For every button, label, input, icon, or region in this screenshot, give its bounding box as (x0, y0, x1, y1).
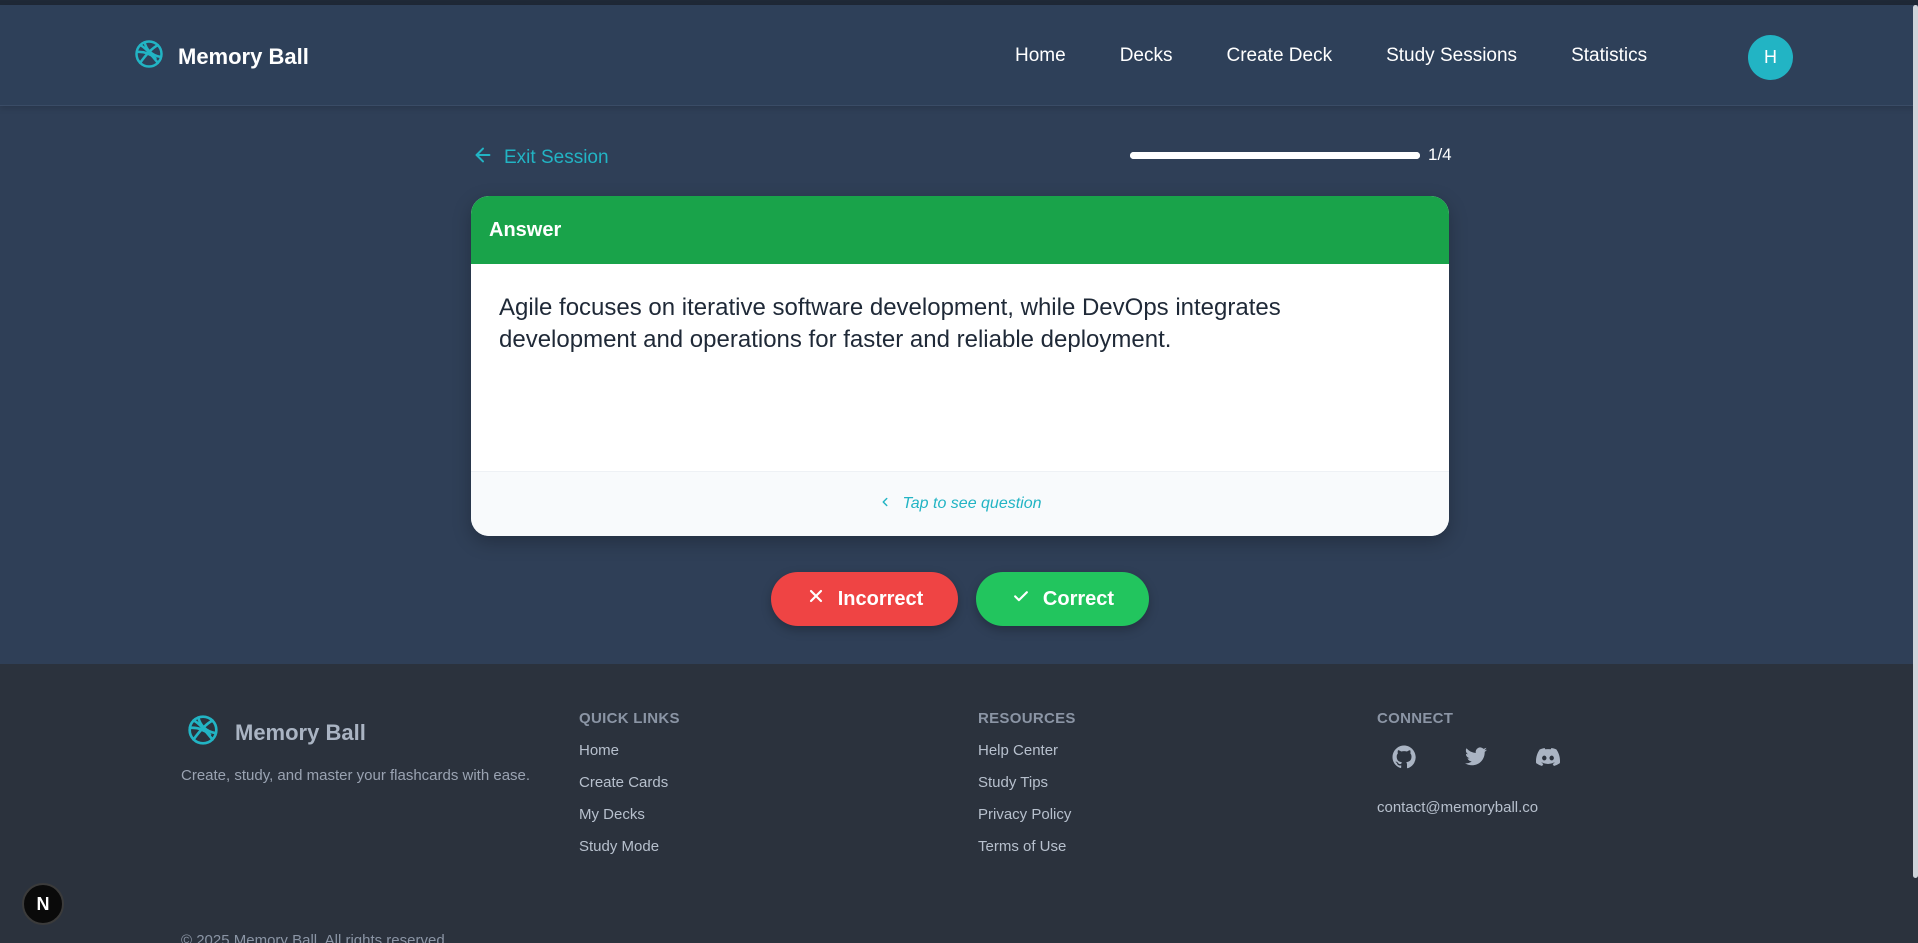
session-progress-fill (1130, 152, 1420, 159)
footer-link-study-tips[interactable]: Study Tips (978, 767, 1076, 799)
github-icon[interactable] (1392, 745, 1416, 769)
footer-link-study-mode[interactable]: Study Mode (579, 831, 680, 863)
footer-link-my-decks[interactable]: My Decks (579, 799, 680, 831)
footer-brand-name: Memory Ball (235, 719, 366, 745)
discord-icon[interactable] (1536, 745, 1561, 769)
footer-link-create-cards[interactable]: Create Cards (579, 767, 680, 799)
footer-link-help-center[interactable]: Help Center (978, 735, 1076, 767)
check-icon (1011, 586, 1031, 612)
incorrect-button[interactable]: Incorrect (771, 572, 958, 626)
flashcard-answer-text: Agile focuses on iterative software deve… (499, 294, 1281, 353)
arrow-left-icon (472, 144, 494, 171)
footer-link-home[interactable]: Home (579, 735, 680, 767)
footer-quick-links: QUICK LINKS Home Create Cards My Decks S… (579, 710, 680, 863)
brand-name: Memory Ball (178, 43, 309, 69)
incorrect-label: Incorrect (837, 587, 924, 610)
footer-resources: RESOURCES Help Center Study Tips Privacy… (978, 710, 1076, 863)
user-avatar[interactable]: H (1748, 35, 1793, 80)
correct-button[interactable]: Correct (976, 572, 1149, 626)
copyright-text: © 2025 Memory Ball. All rights reserved. (181, 932, 449, 943)
nav-study-sessions[interactable]: Study Sessions (1386, 45, 1517, 67)
nav-decks[interactable]: Decks (1120, 45, 1173, 67)
chevron-left-icon (878, 495, 892, 514)
correct-label: Correct (1042, 587, 1115, 610)
next-dev-badge[interactable]: N (22, 883, 64, 925)
session-progress-count: 1/4 (1428, 145, 1452, 164)
flashcard[interactable]: Answer Agile focuses on iterative softwa… (471, 196, 1449, 536)
x-icon (806, 586, 826, 612)
footer-link-terms-of-use[interactable]: Terms of Use (978, 831, 1076, 863)
social-links (1392, 745, 1561, 769)
quick-links-heading: QUICK LINKS (579, 710, 680, 727)
footer-brand: Memory Ball (187, 714, 366, 751)
nav-home[interactable]: Home (1015, 45, 1066, 67)
site-footer: Memory Ball Create, study, and master yo… (0, 664, 1918, 943)
contact-email[interactable]: contact@memoryball.co (1377, 799, 1560, 816)
flip-hint-label: Tap to see question (902, 495, 1042, 512)
footer-connect: CONNECT contact@memoryball.co (1377, 710, 1561, 816)
exit-session-label: Exit Session (504, 146, 609, 168)
exit-session-button[interactable]: Exit Session (472, 144, 609, 171)
session-progress-bar (1130, 152, 1420, 159)
nav-create-deck[interactable]: Create Deck (1226, 45, 1332, 67)
basketball-icon (134, 39, 164, 74)
footer-link-privacy-policy[interactable]: Privacy Policy (978, 799, 1076, 831)
brand-logo[interactable]: Memory Ball (134, 39, 309, 74)
flashcard-body: Agile focuses on iterative software deve… (471, 264, 1449, 471)
main-nav: Home Decks Create Deck Study Sessions St… (1015, 45, 1701, 67)
connect-heading: CONNECT (1377, 710, 1454, 727)
basketball-icon (187, 714, 219, 751)
footer-tagline: Create, study, and master your flashcard… (181, 767, 531, 784)
flip-card-hint[interactable]: Tap to see question (471, 471, 1449, 536)
twitter-icon[interactable] (1464, 745, 1488, 769)
resources-heading: RESOURCES (978, 710, 1076, 727)
nav-statistics[interactable]: Statistics (1571, 45, 1647, 67)
flashcard-side-label: Answer (489, 218, 562, 241)
scrollbar[interactable] (1913, 5, 1918, 878)
navbar: Memory Ball Home Decks Create Deck Study… (0, 5, 1918, 106)
flashcard-header: Answer (471, 196, 1449, 264)
